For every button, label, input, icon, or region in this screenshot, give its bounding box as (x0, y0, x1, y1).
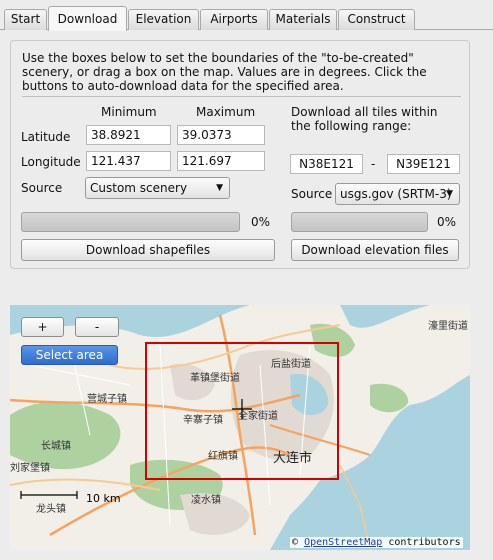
download-elevation-button[interactable]: Download elevation files (291, 239, 459, 261)
download-description: Use the boxes below to set the boundarie… (22, 51, 427, 93)
shapefiles-progress-bar (21, 212, 240, 232)
map-label-houyan: 后盐街道 (271, 359, 311, 370)
chevron-down-icon: ▼ (446, 189, 453, 199)
chevron-down-icon: ▼ (216, 183, 223, 193)
shapefiles-progress-label: 0% (251, 215, 271, 229)
map-label-shuiwang: 刘家堡镇 (10, 463, 50, 474)
map-label-quanjie: 全家街道 (238, 411, 278, 422)
tab-construct[interactable]: Construct (338, 9, 415, 30)
tab-airports[interactable]: Airports (200, 9, 268, 30)
map-label-haozuizi: 濠里街道 (428, 321, 468, 332)
map-label-hongqi: 红旗镇 (208, 451, 238, 462)
longitude-min-field[interactable]: 121.437 (86, 151, 171, 171)
latitude-min-field[interactable]: 38.8921 (86, 125, 171, 145)
zoom-in-button[interactable]: + (21, 317, 64, 337)
elevation-source-select-value: usgs.gov (SRTM-3) (340, 187, 452, 201)
tab-materials[interactable]: Materials (269, 9, 337, 30)
elevation-progress-bar (291, 212, 428, 232)
source-label: Source (21, 181, 63, 195)
tile-range-dash: - (371, 157, 376, 171)
download-panel: Use the boxes below to set the boundarie… (10, 40, 470, 269)
elevation-source-select[interactable]: usgs.gov (SRTM-3) ▼ (335, 183, 460, 205)
elevation-source-label: Source (291, 187, 333, 201)
tiles-range-label: Download all tiles within the following … (291, 105, 438, 133)
select-area-button[interactable]: Select area (21, 345, 118, 365)
tile-from-field[interactable]: N38E121 (290, 154, 363, 174)
minimum-label: Minimum (101, 105, 157, 119)
map-label-changcheng: 长城镇 (41, 441, 71, 452)
copyright-symbol: © (292, 537, 299, 548)
tab-start[interactable]: Start (4, 9, 47, 30)
zoom-out-button[interactable]: - (75, 317, 119, 337)
map-label-longwang: 龙头镇 (36, 504, 66, 515)
tab-download[interactable]: Download (48, 6, 127, 31)
longitude-label: Longitude (21, 155, 81, 169)
map-attribution: © OpenStreetMap contributors (290, 537, 463, 548)
openstreetmap-link[interactable]: OpenStreetMap (304, 537, 382, 548)
map-view[interactable]: 濠里街道 后盐街道 革镇堡街道 营城子镇 辛寨子镇 全家街道 长城镇 红旗镇 大… (10, 305, 470, 550)
map-label-yingchengzi: 营城子镇 (87, 394, 127, 405)
latitude-max-field[interactable]: 39.0373 (177, 125, 265, 145)
tab-elevation[interactable]: Elevation (128, 9, 199, 30)
panel-divider (22, 96, 461, 97)
source-select[interactable]: Custom scenery ▼ (85, 177, 230, 199)
map-label-xinzhaizi: 辛寨子镇 (183, 415, 223, 426)
source-select-value: Custom scenery (90, 181, 188, 195)
download-shapefiles-button[interactable]: Download shapefiles (21, 239, 275, 261)
tile-to-field[interactable]: N39E121 (387, 154, 460, 174)
maximum-label: Maximum (196, 105, 256, 119)
map-label-gezhenbao: 革镇堡街道 (190, 373, 240, 384)
attribution-suffix: contributors (388, 537, 461, 548)
map-scale-label: 10 km (86, 492, 121, 505)
tab-bar: Start Download Elevation Airports Materi… (0, 0, 493, 31)
map-tiles (10, 305, 470, 550)
longitude-max-field[interactable]: 121.697 (177, 151, 265, 171)
map-label-dalian: 大连市 (273, 451, 313, 466)
latitude-label: Latitude (21, 130, 71, 144)
elevation-progress-label: 0% (437, 215, 457, 229)
map-label-lingshui: 凌水镇 (191, 495, 221, 506)
